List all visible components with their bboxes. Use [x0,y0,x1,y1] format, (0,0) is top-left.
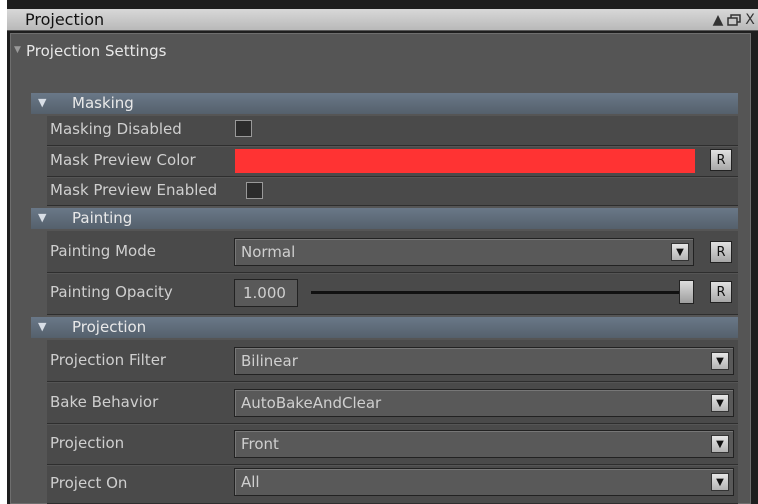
expand-triangle-icon: ▼ [38,320,47,333]
mask-preview-color-reset-button[interactable]: R [710,149,732,171]
bake-behavior-dropdown[interactable]: AutoBakeAndClear ▼ [234,389,734,417]
mask-preview-enabled-label: Mask Preview Enabled [50,181,218,199]
expand-triangle-icon: ▼ [38,96,47,109]
collapse-triangle-icon: ▼ [14,45,21,55]
dropdown-arrow-icon[interactable]: ▼ [711,435,729,453]
dropdown-arrow-icon[interactable]: ▼ [711,473,729,491]
masking-disabled-label: Masking Disabled [50,120,182,138]
row-mask-preview-enabled: Mask Preview Enabled [47,178,738,206]
projection-settings-label: Projection Settings [26,42,167,60]
painting-opacity-value: 1.000 [243,284,286,302]
section-masking-header[interactable]: ▼ Masking [31,93,738,114]
float-window-icon[interactable] [726,10,742,30]
section-projection-header[interactable]: ▼ Projection [31,317,738,338]
bake-behavior-label: Bake Behavior [50,393,159,411]
projection-filter-label: Projection Filter [50,351,167,369]
painting-opacity-input[interactable]: 1.000 [234,279,298,307]
dropdown-arrow-icon[interactable]: ▼ [711,352,729,370]
section-projection-label: Projection [72,318,147,336]
expand-triangle-icon: ▼ [38,211,47,224]
project-on-dropdown[interactable]: All ▼ [234,468,734,496]
painting-mode-label: Painting Mode [50,242,156,260]
mask-preview-enabled-checkbox[interactable] [246,182,263,199]
projection-filter-dropdown[interactable]: Bilinear ▼ [234,347,734,375]
title-bar[interactable]: Projection ▲ X [7,9,758,31]
painting-mode-dropdown[interactable]: Normal ▼ [234,238,694,266]
projection-filter-value: Bilinear [241,352,298,370]
bake-behavior-value: AutoBakeAndClear [241,394,382,412]
projection-dropdown[interactable]: Front ▼ [234,430,734,458]
painting-mode-value: Normal [241,243,296,261]
dropdown-arrow-icon[interactable]: ▼ [671,243,689,261]
section-painting-header[interactable]: ▼ Painting [31,208,738,229]
row-painting-opacity: Painting Opacity [47,274,738,315]
dropdown-arrow-icon[interactable]: ▼ [711,394,729,412]
project-on-label: Project On [50,474,128,492]
collapse-icon[interactable]: ▲ [710,10,726,30]
painting-mode-reset-button[interactable]: R [710,241,732,263]
window-title: Projection [25,10,105,29]
painting-opacity-slider-handle[interactable] [679,280,694,304]
close-icon[interactable]: X [742,10,758,30]
project-on-value: All [241,473,260,491]
row-masking-disabled: Masking Disabled [47,116,738,146]
masking-disabled-checkbox[interactable] [235,120,252,137]
mask-preview-color-label: Mask Preview Color [50,151,196,169]
section-painting-label: Painting [72,209,133,227]
section-masking-label: Masking [72,94,134,112]
projection-value: Front [241,435,279,453]
painting-opacity-reset-button[interactable]: R [710,281,732,303]
projection-label: Projection [50,434,125,452]
mask-preview-color-swatch[interactable] [235,149,695,173]
painting-opacity-slider-track[interactable] [311,291,687,294]
painting-opacity-label: Painting Opacity [50,283,173,301]
